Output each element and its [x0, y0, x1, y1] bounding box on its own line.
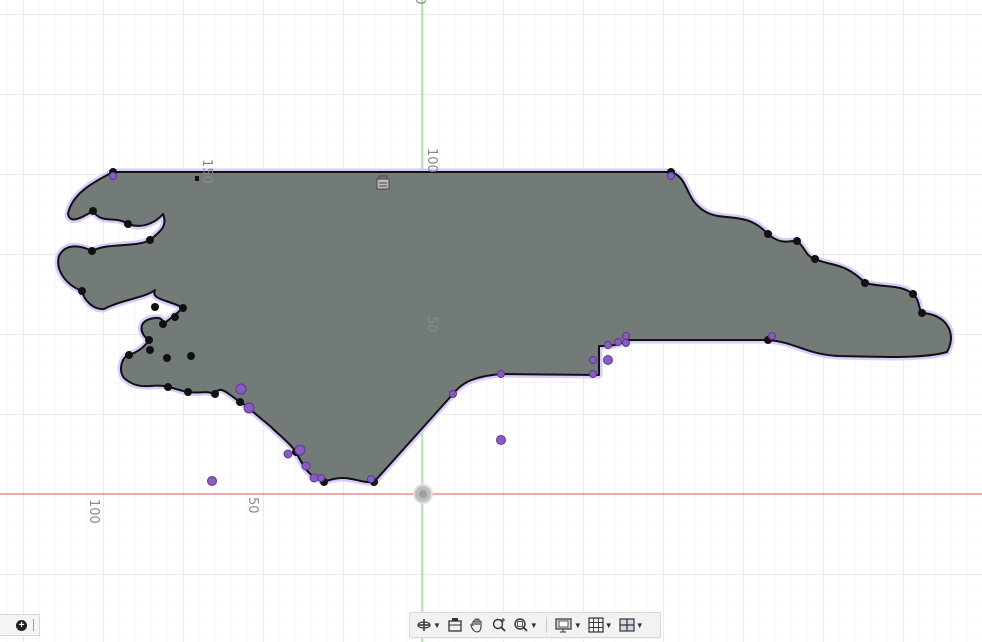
origin-point-center: [419, 490, 427, 498]
zoom-button[interactable]: [489, 614, 509, 636]
sketch-point: [236, 398, 244, 406]
constraint-point: [243, 402, 255, 414]
constraint-point: [497, 370, 505, 378]
sketch-point: [918, 309, 926, 317]
constraint-point: [283, 449, 293, 459]
sketch-point: [811, 255, 819, 263]
constraint-point: [109, 172, 117, 180]
toolbar-divider: [545, 617, 547, 633]
sketch-point: [171, 313, 179, 321]
sketch-point: [163, 354, 171, 362]
sketch-point: [187, 352, 195, 360]
constraint-point: [603, 355, 613, 365]
constraint-point: [235, 383, 247, 395]
chevron-down-icon: ▼: [573, 620, 582, 630]
grid-icon: [588, 617, 604, 633]
constraint-point: [496, 435, 506, 445]
sketch-point: [793, 237, 801, 245]
add-circle-icon[interactable]: +: [16, 619, 27, 631]
viewports-icon: [619, 618, 635, 632]
constraint-point: [449, 390, 457, 398]
sketch-point: [151, 303, 159, 311]
constraint-point: [301, 461, 311, 471]
pan-hand-icon: [470, 618, 482, 633]
sketch-point: [184, 388, 192, 396]
y-axis-label-top: 50: [412, 0, 427, 5]
chevron-down-icon: ▼: [604, 620, 613, 630]
sketch-point: [764, 230, 772, 238]
display-settings-icon: [555, 618, 572, 633]
sketch-point: [89, 207, 97, 215]
sketch-point: [88, 247, 96, 255]
navigation-toolbar: ▼ ▼ ▼ ▼ ▼: [409, 612, 661, 638]
grid-snaps-button[interactable]: ▼: [586, 614, 615, 636]
orbit-icon: [417, 619, 431, 631]
x-axis-label-100: 100: [86, 499, 101, 524]
constraint-point: [207, 476, 217, 486]
constraint-point: [622, 332, 630, 340]
constraint-point: [768, 332, 776, 340]
sketch-point: [179, 304, 187, 312]
sketch-point: [124, 220, 132, 228]
constraint-point: [309, 473, 319, 483]
sketch-point: [909, 290, 917, 298]
y-axis-label-100: 100: [424, 148, 439, 173]
sketch-canvas[interactable]: [0, 0, 982, 642]
zoom-icon: [492, 618, 506, 632]
constraint-point: [604, 341, 612, 349]
chevron-down-icon: ▼: [635, 620, 644, 630]
look-at-button[interactable]: [445, 614, 465, 636]
sketch-point: [211, 390, 219, 398]
sketch-point: [164, 383, 172, 391]
fit-button[interactable]: ▼: [511, 614, 540, 636]
orbit-button[interactable]: ▼: [414, 614, 443, 636]
browser-panel-toggle[interactable]: +: [0, 614, 40, 636]
sketch-point: [146, 236, 154, 244]
display-settings-button[interactable]: ▼: [553, 614, 584, 636]
viewports-button[interactable]: ▼: [617, 614, 646, 636]
pan-button[interactable]: [467, 614, 487, 636]
look-at-icon: [448, 618, 462, 632]
y-axis-label-50: 50: [424, 316, 439, 333]
zoom-window-icon: [514, 618, 528, 632]
constraint-point: [589, 370, 597, 378]
chevron-down-icon: ▼: [433, 620, 441, 630]
constraint-point: [367, 475, 375, 483]
constraint-point: [589, 356, 597, 364]
constraint-point: [294, 444, 306, 456]
constraint-point: [622, 339, 630, 347]
chevron-down-icon: ▼: [529, 620, 538, 630]
sketch-point: [78, 287, 86, 295]
dimension-label-150: 150: [199, 159, 214, 184]
constraint-point: [614, 338, 622, 346]
sketch-point: [159, 320, 167, 328]
constraint-point: [317, 474, 325, 482]
constraint-point: [667, 172, 675, 180]
sketch-point: [125, 351, 133, 359]
sketch-point: [861, 279, 869, 287]
x-axis-label-50: 50: [245, 497, 260, 514]
sketch-point: [146, 346, 154, 354]
panel-divider: [33, 619, 34, 631]
sketch-point: [145, 336, 153, 344]
